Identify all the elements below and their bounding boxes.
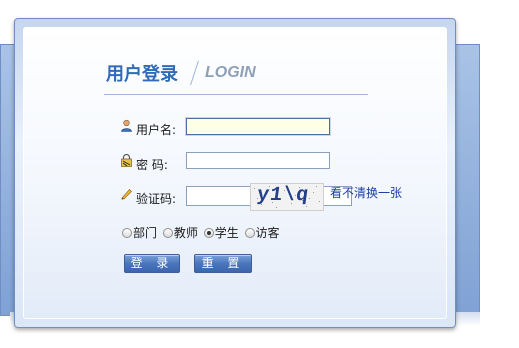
role-label-visitor: 访客: [255, 226, 280, 240]
captcha-label: 验证码:: [136, 192, 177, 206]
role-option-teacher[interactable]: 教师: [162, 224, 198, 241]
title-underline: [104, 94, 368, 95]
right-backdrop-panel: [452, 44, 480, 318]
role-radio-teacher[interactable]: [162, 227, 173, 238]
refresh-captcha-link[interactable]: 看不清换一张: [330, 184, 402, 201]
role-label-department: 部门: [133, 226, 158, 240]
captcha-image[interactable]: y1\q: [250, 183, 324, 211]
password-label: 密 码:: [136, 158, 168, 172]
role-option-visitor[interactable]: 访客: [244, 224, 280, 241]
role-radio-department[interactable]: [122, 227, 132, 238]
role-radio-student[interactable]: [203, 227, 214, 238]
lock-icon: [121, 154, 132, 167]
role-label-teacher: 教师: [173, 226, 198, 240]
role-option-department[interactable]: 部门: [122, 224, 157, 241]
pencil-icon: [121, 189, 132, 200]
login-button[interactable]: 登 录: [124, 254, 180, 273]
login-title: 用户登录: [106, 64, 178, 85]
role-label-student: 学生: [214, 226, 239, 240]
role-radio-visitor[interactable]: [244, 227, 255, 238]
role-selector: 部门 教师 学生 访客: [122, 224, 282, 241]
username-label: 用户名:: [136, 123, 177, 137]
role-option-student[interactable]: 学生: [203, 224, 239, 241]
login-title-en: LOGIN: [205, 64, 256, 81]
captcha-text: y1\q: [255, 184, 311, 207]
username-input[interactable]: [186, 118, 330, 135]
reset-button[interactable]: 重 置: [194, 254, 252, 273]
user-icon: [121, 119, 132, 132]
password-input[interactable]: [186, 152, 330, 169]
